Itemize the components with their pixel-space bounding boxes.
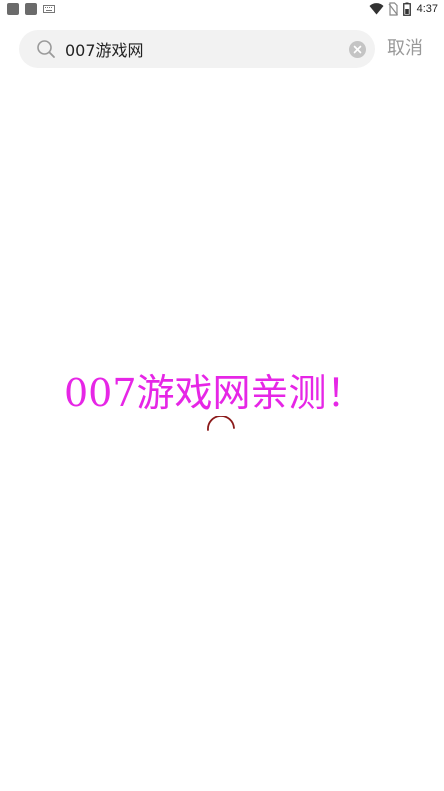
app-notification-icon [7,3,19,15]
keyboard-icon [43,5,55,13]
loading-spinner-icon [207,416,235,431]
status-time: 4:37 [416,3,438,15]
cancel-button[interactable]: 取消 [387,38,423,60]
clear-search-icon[interactable] [349,41,366,58]
app-notification-icon [25,3,37,15]
search-input[interactable] [65,30,335,68]
no-sim-icon [388,2,398,16]
search-icon [37,40,55,58]
wifi-icon [369,3,384,15]
battery-icon [403,2,411,16]
status-bar: 4:37 [0,0,444,18]
watermark-text: 007游戏网亲测！ [64,371,365,415]
search-bar[interactable] [19,30,375,68]
